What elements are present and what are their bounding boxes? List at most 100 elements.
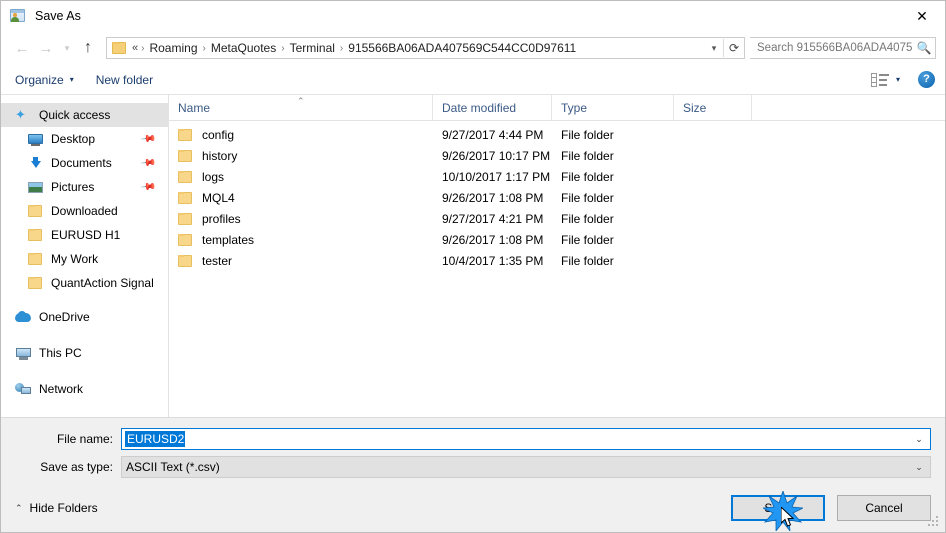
address-bar-controls: ▾ ⟳ [705, 39, 744, 57]
folder-icon [112, 41, 128, 55]
folder-icon [178, 149, 194, 163]
save-as-type-select[interactable]: ASCII Text (*.csv) ⌄ [121, 456, 931, 478]
sidebar-item-my-work[interactable]: My Work [1, 247, 168, 271]
sidebar-item-this-pc[interactable]: This PC [1, 341, 168, 365]
table-row[interactable]: history 9/26/2017 10:17 PM File folder [169, 145, 945, 166]
table-row[interactable]: profiles 9/27/2017 4:21 PM File folder [169, 208, 945, 229]
file-name-row: File name: EURUSD2 ⌄ [1, 428, 945, 450]
network-icon [15, 381, 32, 397]
breadcrumb-item-current-folder[interactable]: 915566BA06ADA407569C544CC0D97611 [344, 41, 580, 55]
file-name-label: config [202, 127, 235, 142]
file-name-label: logs [202, 169, 225, 184]
column-header-name[interactable]: Name ⌃ [169, 94, 433, 121]
pin-icon[interactable]: 📌 [139, 179, 156, 195]
sidebar-item-label: Downloaded [51, 204, 118, 218]
pin-icon[interactable]: 📌 [139, 131, 156, 147]
file-type-cell: File folder [561, 169, 614, 184]
save-as-type-row: Save as type: ASCII Text (*.csv) ⌄ [1, 456, 945, 478]
sidebar-item-onedrive[interactable]: OneDrive [1, 305, 168, 329]
breadcrumb-item-metaquotes[interactable]: MetaQuotes [207, 41, 280, 55]
chevron-down-icon[interactable]: ⌄ [908, 434, 930, 445]
file-type-cell: File folder [561, 232, 614, 247]
search-box[interactable]: Search 915566BA06ADA40756... 🔍 [750, 37, 936, 59]
chevron-down-icon[interactable]: ⌄ [908, 462, 930, 473]
file-name-label: profiles [202, 211, 241, 226]
sidebar-item-label: QuantAction Signal [51, 276, 154, 290]
forward-arrow-icon[interactable]: → [34, 36, 58, 60]
refresh-icon[interactable]: ⟳ [724, 41, 744, 55]
file-date-cell: 10/4/2017 1:35 PM [442, 253, 544, 268]
breadcrumb-overflow[interactable]: « [130, 42, 140, 54]
organize-button[interactable]: Organize ▾ [15, 73, 74, 87]
sidebar-item-quick-access[interactable]: ✦ Quick access [1, 103, 168, 127]
pin-icon[interactable]: 📌 [139, 155, 156, 171]
dialog-footer: ⌃ Hide Folders Save Cancel [1, 490, 945, 532]
save-button[interactable]: Save [731, 491, 825, 531]
up-arrow-icon[interactable]: ↑ [76, 36, 100, 60]
file-list-pane: Name ⌃ Date modified Type Size config 9/… [169, 94, 945, 417]
table-row[interactable]: tester 10/4/2017 1:35 PM File folder [169, 250, 945, 271]
column-header-date-modified[interactable]: Date modified [433, 94, 552, 121]
cancel-button[interactable]: Cancel [837, 495, 931, 521]
toolbar-right-group: ▾ ? [870, 71, 935, 88]
search-icon[interactable]: 🔍 [913, 41, 935, 55]
table-row[interactable]: logs 10/10/2017 1:17 PM File folder [169, 166, 945, 187]
recent-locations-chevron-down-icon[interactable]: ▾ [58, 36, 76, 60]
resize-grip[interactable] [928, 516, 940, 528]
close-icon[interactable]: ✕ [899, 1, 945, 30]
sidebar-item-downloaded[interactable]: Downloaded [1, 199, 168, 223]
folder-icon [178, 128, 194, 142]
table-row[interactable]: config 9/27/2017 4:44 PM File folder [169, 124, 945, 145]
file-date-cell: 9/27/2017 4:44 PM [442, 127, 544, 142]
sidebar-item-network[interactable]: Network [1, 377, 168, 401]
help-icon[interactable]: ? [918, 71, 935, 88]
file-date-cell: 9/26/2017 1:08 PM [442, 190, 544, 205]
footer-buttons: Save Cancel [731, 491, 931, 531]
file-name-cell: templates [169, 233, 433, 247]
sidebar-item-label: This PC [39, 346, 82, 360]
breadcrumb-item-roaming[interactable]: Roaming [145, 41, 201, 55]
column-header-type[interactable]: Type [552, 94, 674, 121]
file-name-value[interactable]: EURUSD2 [125, 431, 186, 447]
save-button-label: Save [764, 501, 792, 515]
file-name-label: tester [202, 253, 233, 268]
file-date-cell: 9/27/2017 4:21 PM [442, 211, 544, 226]
window-title: Save As [35, 9, 81, 23]
sidebar-item-quantaction-signal[interactable]: QuantAction Signal [1, 271, 168, 295]
address-bar[interactable]: « › Roaming › MetaQuotes › Terminal › 91… [106, 37, 745, 59]
sidebar-item-label: OneDrive [39, 310, 90, 324]
sidebar-item-label: Network [39, 382, 84, 396]
sidebar-item-eurusd-h1[interactable]: EURUSD H1 [1, 223, 168, 247]
sidebar-item-desktop[interactable]: Desktop 📌 [1, 127, 168, 151]
table-row[interactable]: templates 9/26/2017 1:08 PM File folder [169, 229, 945, 250]
chevron-down-icon: ▾ [69, 75, 74, 84]
sidebar-item-label: My Work [51, 252, 99, 266]
table-row[interactable]: MQL4 9/26/2017 1:08 PM File folder [169, 187, 945, 208]
address-chevron-down-icon[interactable]: ▾ [705, 43, 723, 54]
column-header-size[interactable]: Size [674, 94, 752, 121]
back-arrow-icon[interactable]: ← [10, 36, 34, 60]
hide-folders-button[interactable]: ⌃ Hide Folders [15, 501, 98, 515]
hide-folders-label: Hide Folders [29, 501, 98, 515]
search-input[interactable]: Search 915566BA06ADA40756... [750, 42, 913, 54]
view-options-chevron-down-icon[interactable]: ▾ [896, 75, 900, 84]
folder-icon [27, 203, 44, 219]
file-date-cell: 9/26/2017 1:08 PM [442, 232, 544, 247]
sidebar-item-documents[interactable]: Documents 📌 [1, 151, 168, 175]
file-name-cell: profiles [169, 212, 433, 226]
file-type-cell: File folder [561, 148, 614, 163]
new-folder-button[interactable]: New folder [96, 73, 153, 87]
sidebar-item-label: Documents [51, 156, 112, 170]
breadcrumb: « › Roaming › MetaQuotes › Terminal › 91… [130, 41, 705, 55]
sidebar-item-label: Desktop [51, 132, 96, 146]
cancel-button-label: Cancel [865, 501, 903, 515]
list-view-icon[interactable] [870, 72, 889, 87]
sidebar-item-pictures[interactable]: Pictures 📌 [1, 175, 168, 199]
folder-icon [178, 254, 194, 268]
breadcrumb-item-terminal[interactable]: Terminal [286, 41, 339, 55]
column-header-row: Name ⌃ Date modified Type Size [169, 94, 945, 121]
file-name-label: history [202, 148, 238, 163]
save-as-icon [10, 8, 26, 24]
file-name-input[interactable]: EURUSD2 ⌄ [121, 428, 931, 450]
folder-icon [178, 170, 194, 184]
